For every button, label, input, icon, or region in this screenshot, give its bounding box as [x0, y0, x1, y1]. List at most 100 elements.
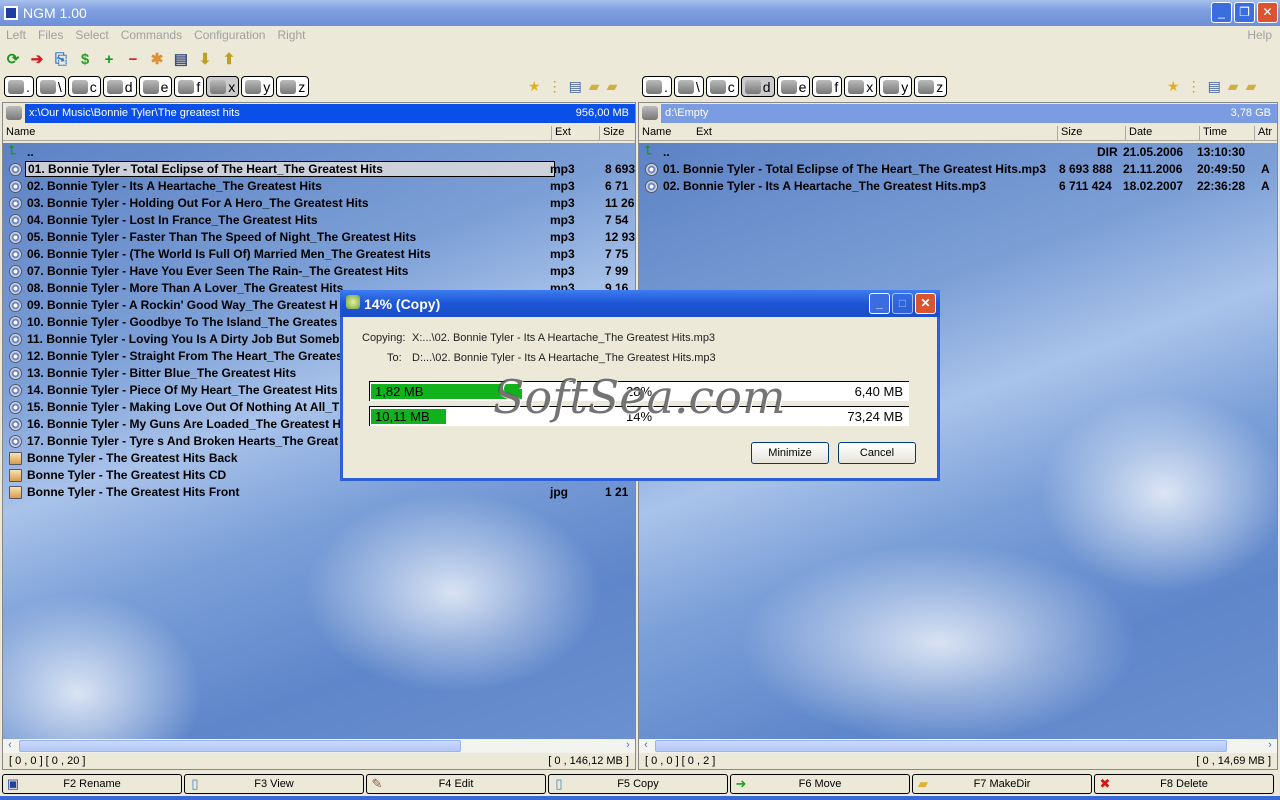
drive-button-z[interactable]: z	[914, 76, 948, 97]
tree-icon[interactable]: ⋮	[548, 78, 562, 95]
drive-button-dot[interactable]: .	[642, 76, 672, 97]
drive-button-c[interactable]: c	[705, 76, 739, 97]
dialog-close-button[interactable]: ✕	[915, 293, 936, 314]
parent-dir-row[interactable]: ⮤..	[5, 143, 633, 161]
parent-dir-row[interactable]: ⮤.. DIR 21.05.2006 13:10:30	[641, 143, 1275, 161]
drive-letter: x	[866, 78, 874, 95]
minimize-button[interactable]: Minimize	[751, 442, 829, 464]
drive-button-c[interactable]: c	[67, 76, 101, 97]
file-row[interactable]: 01. Bonnie Tyler - Total Eclipse of The …	[641, 161, 1275, 178]
fkey-move-button[interactable]: ➜ F6 Move	[730, 774, 910, 794]
drive-button-y[interactable]: y	[879, 76, 913, 97]
row-name: 04. Bonnie Tyler - Lost In France_The Gr…	[27, 213, 318, 227]
left-path-bar[interactable]: x:\Our Music\Bonnie Tyler\The greatest h…	[3, 103, 635, 123]
toolbar: ⟳ ➔ ⎘ $ + − ✱ ▤ ⬇ ⬆	[4, 46, 238, 74]
left-horizontal-scrollbar[interactable]: ‹ ›	[3, 739, 635, 753]
menu-commands[interactable]: Commands	[121, 28, 182, 42]
drive-button-d[interactable]: d	[740, 76, 775, 97]
file-row[interactable]: 04. Bonnie Tyler - Lost In France_The Gr…	[5, 212, 633, 229]
network-drive-icon	[3, 104, 25, 122]
drive-button-dot[interactable]: .	[4, 76, 34, 97]
menu-help[interactable]: Help	[1247, 28, 1272, 42]
left-column-header: Name Ext Size	[3, 123, 635, 141]
move-file-icon[interactable]: ➔	[28, 51, 46, 69]
dialog-minimize-button[interactable]: _	[869, 293, 890, 314]
right-selection-size: [ 0 , 14,69 MB ]	[1196, 755, 1271, 767]
parent-folder-icon[interactable]: ▰	[607, 78, 618, 95]
menu-files[interactable]: Files	[38, 28, 63, 42]
file-row[interactable]: 01. Bonnie Tyler - Total Eclipse of The …	[5, 161, 635, 178]
drive-button-root[interactable]: \	[35, 76, 66, 97]
col-date[interactable]: Date	[1125, 126, 1152, 140]
drive-button-d[interactable]: d	[102, 76, 137, 97]
menu-left[interactable]: Left	[6, 28, 26, 42]
fkey-copy-button[interactable]: ▯ F5 Copy	[548, 774, 728, 794]
minimize-window-button[interactable]: _	[1211, 2, 1232, 23]
hard-drive-icon	[639, 104, 661, 122]
file-row[interactable]: 05. Bonnie Tyler - Faster Than The Speed…	[5, 229, 635, 246]
properties-icon[interactable]: ▤	[172, 51, 190, 69]
folder-icon[interactable]: ▰	[1228, 78, 1239, 95]
drive-button-root[interactable]: \	[673, 76, 704, 97]
col-ext[interactable]: Ext	[693, 126, 712, 140]
file-progress-done: 1,82 MB	[375, 384, 424, 399]
file-row[interactable]: 06. Bonnie Tyler - (The World Is Full Of…	[5, 246, 633, 263]
drive-button-e[interactable]: e	[138, 76, 173, 97]
drive-button-x[interactable]: x	[844, 76, 878, 97]
file-row[interactable]: Bonne Tyler - The Greatest Hits Front jpg…	[5, 484, 633, 501]
list-view-icon[interactable]: ▤	[1208, 78, 1221, 95]
fkey-rename-button[interactable]: ▣ F2 Rename	[2, 774, 182, 794]
file-row[interactable]: 03. Bonnie Tyler - Holding Out For A Her…	[5, 195, 634, 212]
favorites-star-icon[interactable]: ★	[528, 78, 541, 95]
drive-icon	[106, 79, 123, 94]
file-row[interactable]: 02. Bonnie Tyler - Its A Heartache_The G…	[641, 178, 1275, 195]
folder-icon[interactable]: ▰	[589, 78, 600, 95]
list-view-icon[interactable]: ▤	[569, 78, 582, 95]
new-file-icon[interactable]: ✱	[148, 51, 166, 69]
drive-button-e[interactable]: e	[776, 76, 811, 97]
rename-icon: ▣	[6, 776, 20, 791]
favorites-star-icon[interactable]: ★	[1167, 78, 1180, 95]
restore-window-button[interactable]: ❐	[1234, 2, 1255, 23]
col-size[interactable]: Size	[1057, 126, 1082, 140]
fkey-view-button[interactable]: ▯ F3 View	[184, 774, 364, 794]
drive-button-y[interactable]: y	[241, 76, 275, 97]
parent-folder-icon[interactable]: ▰	[1246, 78, 1257, 95]
fkey-makedir-button[interactable]: ▰ F7 MakeDir	[912, 774, 1092, 794]
copy-file-icon[interactable]: ⎘	[52, 51, 70, 69]
row-name: 05. Bonnie Tyler - Faster Than The Speed…	[27, 230, 417, 244]
right-drive-bar: . \ c d e f x y z	[642, 76, 948, 98]
file-row[interactable]: 02. Bonnie Tyler - Its A Heartache_The G…	[5, 178, 633, 195]
tree-icon[interactable]: ⋮	[1187, 78, 1201, 95]
right-horizontal-scrollbar[interactable]: ‹ ›	[639, 739, 1277, 753]
drive-icon	[780, 79, 797, 94]
drive-button-z[interactable]: z	[276, 76, 310, 97]
audio-file-icon	[9, 180, 22, 193]
col-name[interactable]: Name	[639, 126, 671, 140]
drive-icon	[280, 79, 297, 94]
file-row[interactable]: 07. Bonnie Tyler - Have You Ever Seen Th…	[5, 263, 633, 280]
plus-icon[interactable]: +	[100, 51, 118, 69]
col-atr[interactable]: Atr	[1254, 126, 1272, 140]
menu-select[interactable]: Select	[75, 28, 108, 42]
cancel-button[interactable]: Cancel	[838, 442, 916, 464]
col-time[interactable]: Time	[1199, 126, 1227, 140]
drive-button-f[interactable]: f	[174, 76, 205, 97]
fkey-edit-button[interactable]: ✎ F4 Edit	[366, 774, 546, 794]
menu-right[interactable]: Right	[277, 28, 305, 42]
total-progress-done: 10,11 MB	[375, 409, 430, 424]
unpack-icon[interactable]: ⬆	[220, 51, 238, 69]
minus-icon[interactable]: −	[124, 51, 142, 69]
drive-button-f[interactable]: f	[812, 76, 843, 97]
close-window-button[interactable]: ✕	[1257, 2, 1278, 23]
fkey-delete-button[interactable]: ✖ F8 Delete	[1094, 774, 1274, 794]
col-name[interactable]: Name	[3, 126, 35, 140]
right-path-bar[interactable]: d:\Empty 3,78 GB	[639, 103, 1277, 123]
col-ext[interactable]: Ext	[551, 126, 571, 140]
drive-button-x[interactable]: x	[206, 76, 240, 97]
pack-icon[interactable]: ⬇	[196, 51, 214, 69]
col-size[interactable]: Size	[599, 126, 624, 140]
menu-configuration[interactable]: Configuration	[194, 28, 265, 42]
sync-icon[interactable]: $	[76, 51, 94, 69]
refresh-icon[interactable]: ⟳	[4, 51, 22, 69]
